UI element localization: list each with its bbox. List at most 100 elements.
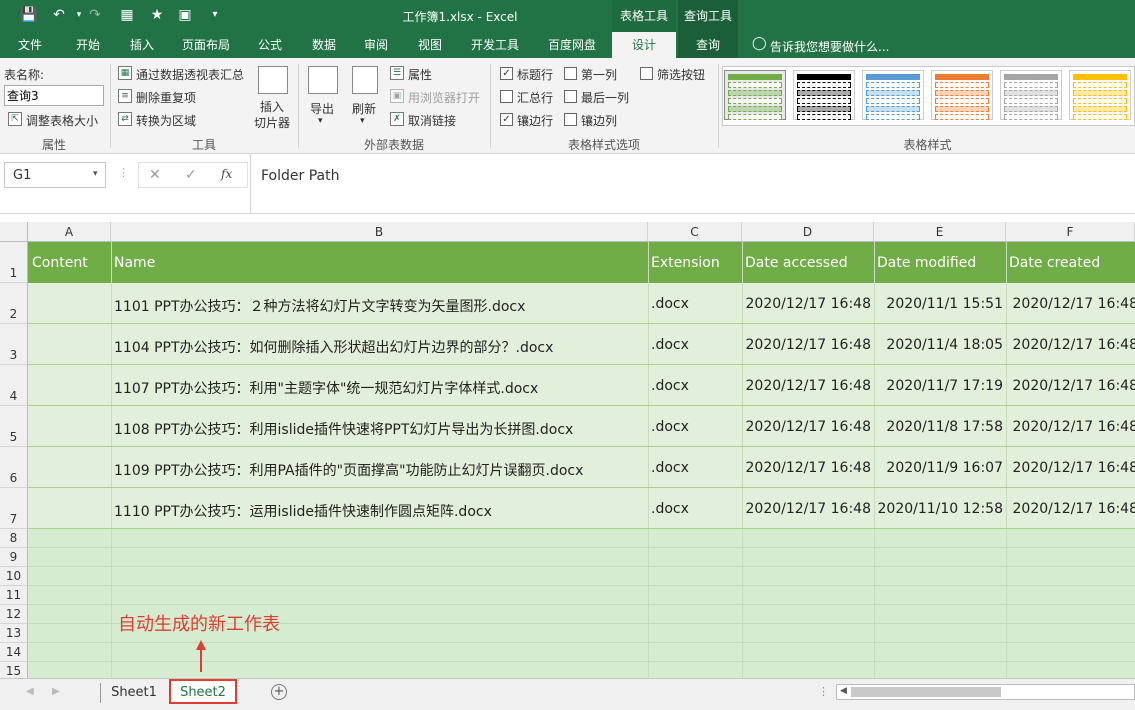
tab-review[interactable]: 审阅 xyxy=(352,32,400,58)
table-cell-ext[interactable]: .docx xyxy=(651,460,689,476)
tell-me-search[interactable]: 告诉我您想要做什么... xyxy=(770,38,889,55)
header-cell-date-accessed[interactable]: Date accessed xyxy=(745,255,848,271)
table-name-input[interactable] xyxy=(4,85,104,106)
star-icon[interactable]: ★ xyxy=(148,6,166,24)
form-icon[interactable]: ▦ xyxy=(118,6,136,24)
table-cell-created[interactable]: 2020/12/17 16:48 xyxy=(1006,337,1135,353)
prev-sheet-icon[interactable]: ◀ xyxy=(26,686,34,697)
table-style-swatch[interactable] xyxy=(1000,70,1062,120)
table-cell-modified[interactable]: 2020/11/9 16:07 xyxy=(874,460,1006,476)
summarize-pivot-button[interactable]: 通过数据透视表汇总 xyxy=(136,66,244,83)
table-cell-ext[interactable]: .docx xyxy=(651,337,689,353)
tab-data[interactable]: 数据 xyxy=(300,32,348,58)
cancel-icon[interactable]: ✕ xyxy=(149,167,161,183)
export-button[interactable]: 导出 xyxy=(310,100,334,117)
insert-function-icon[interactable]: fx xyxy=(221,167,232,181)
table-cell-ext[interactable]: .docx xyxy=(651,378,689,394)
unlink-button[interactable]: 取消链接 xyxy=(408,112,456,129)
convert-to-range-button[interactable]: 转换为区域 xyxy=(136,112,196,129)
table-cell-accessed[interactable]: 2020/12/17 16:48 xyxy=(742,378,874,394)
column-header-f[interactable]: F xyxy=(1006,222,1135,242)
row-header-1[interactable]: 1 xyxy=(0,242,28,283)
save-icon[interactable]: 💾 xyxy=(20,6,38,24)
camera-icon[interactable]: ▣ xyxy=(176,6,194,24)
scrollbar-thumb[interactable] xyxy=(851,687,1001,697)
select-all-corner[interactable] xyxy=(0,222,28,242)
table-cell-name[interactable]: 1108 PPT办公技巧：利用islide插件快速将PPT幻灯片导出为长拼图.d… xyxy=(114,419,573,439)
resize-table-button[interactable]: 调整表格大小 xyxy=(26,112,98,129)
tab-baidu-netdisk[interactable]: 百度网盘 xyxy=(536,32,608,58)
table-cell-modified[interactable]: 2020/11/4 18:05 xyxy=(874,337,1006,353)
total-row-checkbox[interactable] xyxy=(500,90,513,103)
redo-icon[interactable]: ↷ xyxy=(86,6,104,24)
header-cell-content[interactable]: Content xyxy=(32,255,88,271)
refresh-button[interactable]: 刷新 xyxy=(352,100,376,117)
table-cell-accessed[interactable]: 2020/12/17 16:48 xyxy=(742,419,874,435)
column-header-a[interactable]: A xyxy=(28,222,111,242)
table-cell-created[interactable]: 2020/12/17 16:48 xyxy=(1006,501,1135,517)
export-dropdown-icon[interactable]: ▾ xyxy=(318,116,323,126)
properties-button[interactable]: 属性 xyxy=(408,66,432,83)
header-cell-date-modified[interactable]: Date modified xyxy=(877,255,976,271)
insert-slicer-button-line1[interactable]: 插入 xyxy=(260,98,284,115)
horizontal-scrollbar[interactable]: ◀ xyxy=(836,684,1135,700)
enter-check-icon[interactable]: ✓ xyxy=(185,167,197,183)
column-header-e[interactable]: E xyxy=(874,222,1006,242)
table-cell-name[interactable]: 1110 PPT办公技巧：运用islide插件快速制作圆点矩阵.docx xyxy=(114,501,492,521)
table-cell-name[interactable]: 1109 PPT办公技巧：利用PA插件的"页面撑高"功能防止幻灯片误翻页.doc… xyxy=(114,460,583,480)
row-header-11[interactable]: 11 xyxy=(0,586,28,605)
table-cell-modified[interactable]: 2020/11/1 15:51 xyxy=(874,296,1006,312)
customize-quick-access-icon[interactable]: ▾ xyxy=(206,6,224,24)
table-cell-name[interactable]: 1107 PPT办公技巧：利用"主题字体"统一规范幻灯片字体样式.docx xyxy=(114,378,538,398)
row-header-8[interactable]: 8 xyxy=(0,529,28,548)
table-cell-modified[interactable]: 2020/11/7 17:19 xyxy=(874,378,1006,394)
name-box-dropdown-icon[interactable]: ▾ xyxy=(93,169,98,179)
table-style-swatch[interactable] xyxy=(793,70,855,120)
table-cell-ext[interactable]: .docx xyxy=(651,419,689,435)
banded-columns-checkbox[interactable] xyxy=(564,113,577,126)
last-column-checkbox[interactable] xyxy=(564,90,577,103)
undo-icon[interactable]: ↶ xyxy=(50,6,68,24)
row-header-6[interactable]: 6 xyxy=(0,447,28,488)
table-cell-ext[interactable]: .docx xyxy=(651,296,689,312)
row-header-12[interactable]: 12 xyxy=(0,605,28,624)
table-style-swatch[interactable] xyxy=(1069,70,1131,120)
name-box[interactable]: G1 ▾ xyxy=(4,162,106,188)
first-column-checkbox[interactable] xyxy=(564,67,577,80)
column-header-c[interactable]: C xyxy=(648,222,742,242)
table-cell-name[interactable]: 1104 PPT办公技巧：如何删除插入形状超出幻灯片边界的部分？.docx xyxy=(114,337,553,357)
header-row-checkbox[interactable]: ✓ xyxy=(500,67,513,80)
table-cell-created[interactable]: 2020/12/17 16:48 xyxy=(1006,296,1135,312)
tab-splitter-icon[interactable]: ⋮ xyxy=(818,685,829,698)
tab-home[interactable]: 开始 xyxy=(62,32,114,58)
table-cell-name[interactable]: 1101 PPT办公技巧：２种方法将幻灯片文字转变为矢量图形.docx xyxy=(114,296,525,316)
header-cell-date-created[interactable]: Date created xyxy=(1009,255,1100,271)
add-sheet-icon[interactable]: + xyxy=(271,684,287,700)
tab-design[interactable]: 设计 xyxy=(612,32,676,58)
table-cell-created[interactable]: 2020/12/17 16:48 xyxy=(1006,460,1135,476)
header-cell-name[interactable]: Name xyxy=(114,255,155,271)
row-header-13[interactable]: 13 xyxy=(0,624,28,643)
table-style-swatch[interactable] xyxy=(862,70,924,120)
worksheet-grid[interactable]: A B C D E F Content Name Extension Date … xyxy=(0,222,1135,681)
open-in-browser-button[interactable]: 用浏览器打开 xyxy=(408,89,480,106)
table-cell-accessed[interactable]: 2020/12/17 16:48 xyxy=(742,460,874,476)
tab-insert[interactable]: 插入 xyxy=(116,32,168,58)
banded-rows-checkbox[interactable]: ✓ xyxy=(500,113,513,126)
formula-input[interactable]: Folder Path xyxy=(250,154,1135,213)
insert-slicer-button-line2[interactable]: 切片器 xyxy=(254,114,290,131)
sheet-tab-sheet1[interactable]: Sheet1 xyxy=(102,682,166,704)
table-cell-modified[interactable]: 2020/11/10 12:58 xyxy=(874,501,1006,517)
table-cell-modified[interactable]: 2020/11/8 17:58 xyxy=(874,419,1006,435)
scroll-left-icon[interactable]: ◀ xyxy=(840,686,847,696)
row-header-3[interactable]: 3 xyxy=(0,324,28,365)
row-header-7[interactable]: 7 xyxy=(0,488,28,529)
row-header-14[interactable]: 14 xyxy=(0,643,28,662)
column-header-d[interactable]: D xyxy=(742,222,874,242)
remove-duplicates-button[interactable]: 删除重复项 xyxy=(136,89,196,106)
filter-button-checkbox[interactable] xyxy=(640,67,653,80)
table-cell-accessed[interactable]: 2020/12/17 16:48 xyxy=(742,501,874,517)
tab-view[interactable]: 视图 xyxy=(406,32,454,58)
header-cell-extension[interactable]: Extension xyxy=(651,255,720,271)
next-sheet-icon[interactable]: ▶ xyxy=(52,686,60,697)
